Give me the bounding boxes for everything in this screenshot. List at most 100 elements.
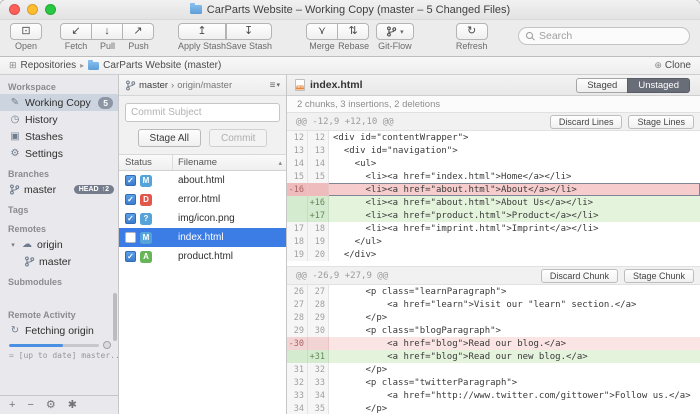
search-input[interactable]: [539, 30, 682, 42]
file-panel: master › origin/master ≡ ▾ Stage All Com…: [119, 75, 287, 414]
status-column-header[interactable]: Status: [119, 155, 173, 170]
close-window-button[interactable]: [9, 4, 20, 15]
stage-all-button[interactable]: Stage All: [138, 129, 201, 147]
diff-line[interactable]: 12 12 <div id="contentWrapper">: [287, 131, 700, 144]
diff-line[interactable]: 13 13 <div id="navigation">: [287, 144, 700, 157]
stash-icon: ▣: [9, 132, 21, 142]
commit-button[interactable]: Commit: [209, 129, 267, 147]
clone-label: Clone: [665, 60, 691, 71]
diff-line[interactable]: 29 30 <p class="blogParagraph">: [287, 324, 700, 337]
breadcrumb-repository[interactable]: CarParts Website (master): [103, 60, 221, 71]
disclosure-triangle-icon[interactable]: ▾: [9, 241, 17, 249]
file-checkbox[interactable]: [125, 194, 136, 205]
file-checkbox[interactable]: [125, 175, 136, 186]
sidebar-item-stashes[interactable]: ▣ Stashes: [0, 128, 118, 145]
new-line-number: 32: [308, 363, 329, 376]
diff-line[interactable]: 26 27 <p class="learnParagraph">: [287, 285, 700, 298]
diff-line[interactable]: 17 18 <li><a href="imprint.html">Imprint…: [287, 222, 700, 235]
titlebar: CarParts Website – Working Copy (master …: [0, 0, 700, 20]
file-name: error.html: [173, 194, 220, 205]
sidebar-item-settings[interactable]: ⚙ Settings: [0, 145, 118, 162]
zoom-window-button[interactable]: [45, 4, 56, 15]
clone-button[interactable]: ⊕ Clone: [654, 60, 691, 71]
search-field[interactable]: [518, 27, 690, 45]
remove-button[interactable]: −: [27, 400, 33, 411]
commit-area: Stage All Commit: [119, 96, 286, 155]
pull-button[interactable]: ↓ Pull: [92, 23, 123, 51]
add-button[interactable]: +: [9, 400, 15, 411]
file-row-index[interactable]: M index.html: [119, 228, 286, 247]
sidebar-item-remote-branch-master[interactable]: master: [0, 253, 118, 270]
diff-line-removed[interactable]: -30 <a href="blog">Read our blog.</a>: [287, 337, 700, 350]
code-text: <a href="http://www.twitter.com/gittower…: [329, 389, 691, 402]
old-line-number: 17: [287, 222, 308, 235]
sidebar-scrollbar[interactable]: [113, 293, 117, 341]
sidebar-item-remote-origin[interactable]: ▾ ☁ origin: [0, 236, 118, 253]
minimize-window-button[interactable]: [27, 4, 38, 15]
app-window: CarParts Website – Working Copy (master …: [0, 0, 700, 414]
diff-line[interactable]: 32 33 <p class="twitterParagraph">: [287, 376, 700, 389]
view-options-button[interactable]: ≡ ▾: [270, 80, 280, 91]
fetch-button[interactable]: ↙ Fetch: [60, 23, 92, 51]
discard-lines-button[interactable]: Discard Lines: [550, 115, 623, 129]
stage-chunk-button[interactable]: Stage Chunk: [624, 269, 694, 283]
rebase-button[interactable]: ⇅ Rebase: [338, 23, 369, 51]
remotes-section-header: Remotes: [0, 217, 118, 236]
file-checkbox[interactable]: [125, 251, 136, 262]
apply-stash-button[interactable]: ↥ Apply Stash: [178, 23, 226, 51]
activity-indicator-icon[interactable]: ✱: [68, 400, 77, 411]
stage-lines-button[interactable]: Stage Lines: [628, 115, 694, 129]
diff-line[interactable]: 19 20 </div>: [287, 248, 700, 261]
branch-separator: ›: [171, 80, 174, 91]
push-button[interactable]: ↗ Push: [123, 23, 154, 51]
sidebar-item-working-copy[interactable]: ✎ Working Copy 5: [0, 94, 118, 111]
commit-subject-input[interactable]: [125, 103, 280, 122]
code-text: <ul>: [329, 157, 376, 170]
merge-button[interactable]: ⋎ Merge: [306, 23, 338, 51]
gitflow-button[interactable]: ▾ Git-Flow: [376, 23, 414, 51]
diff-line[interactable]: 27 28 <a href="learn">Visit our "learn" …: [287, 298, 700, 311]
filename-column-label: Filename: [178, 157, 217, 168]
chunk2-range-label: @@ -26,9 +27,9 @@: [296, 271, 388, 281]
discard-chunk-button[interactable]: Discard Chunk: [541, 269, 618, 283]
file-name: product.html: [173, 251, 233, 262]
diff-line[interactable]: 33 34 <a href="http://www.twitter.com/gi…: [287, 389, 700, 402]
stop-fetch-button[interactable]: [103, 341, 111, 349]
diff-line[interactable]: 28 29 </p>: [287, 311, 700, 324]
sidebar-item-history[interactable]: ◷ History: [0, 111, 118, 128]
unstaged-tab[interactable]: Unstaged: [627, 78, 690, 93]
file-checkbox[interactable]: [125, 213, 136, 224]
diff-line[interactable]: 18 19 </ul>: [287, 235, 700, 248]
remote-activity-section: Remote Activity ↻ Fetching origin = [up …: [0, 303, 118, 360]
breadcrumb-repositories[interactable]: Repositories: [21, 60, 77, 71]
diff-line[interactable]: 14 14 <ul>: [287, 157, 700, 170]
gitflow-group: ▾ Git-Flow: [376, 23, 414, 51]
breadcrumb-separator-icon: ▸: [80, 61, 84, 70]
staged-tab[interactable]: Staged: [576, 78, 628, 93]
save-stash-button[interactable]: ↧ Save Stash: [226, 23, 272, 51]
diff-summary: 2 chunks, 3 insertions, 2 deletions: [287, 96, 700, 112]
diff-line-added[interactable]: +17 <li><a href="product.html">Product</…: [287, 209, 700, 222]
diff-line[interactable]: 34 35 </p>: [287, 402, 700, 414]
old-line-number: 12: [287, 131, 308, 144]
diff-line-removed-selected[interactable]: -16 <li><a href="about.html">About</a></…: [287, 183, 700, 196]
settings-label: Settings: [25, 148, 63, 160]
diff-line[interactable]: 15 15 <li><a href="index.html">Home</a><…: [287, 170, 700, 183]
file-checkbox[interactable]: [125, 232, 136, 243]
sidebar-item-branch-master[interactable]: master HEAD ↑2: [0, 181, 118, 198]
filename-column-header[interactable]: Filename ▴: [173, 155, 286, 170]
refresh-button[interactable]: ↻ Refresh: [456, 23, 488, 51]
file-row-product[interactable]: A product.html: [119, 247, 286, 266]
diff-line-added[interactable]: +31 <a href="blog">Read our new blog.</a…: [287, 350, 700, 363]
file-row-about[interactable]: M about.html: [119, 171, 286, 190]
action-gear-button[interactable]: ⚙: [46, 400, 56, 411]
clone-icon: ⊕: [654, 60, 662, 71]
chevron-down-icon: ▾: [276, 81, 280, 89]
diff-line[interactable]: 31 32 </p>: [287, 363, 700, 376]
code-text: <a href="blog">Read our blog.</a>: [329, 337, 566, 350]
file-row-error[interactable]: D error.html: [119, 190, 286, 209]
open-button[interactable]: ⊡ Open: [10, 23, 42, 51]
diff-line-added[interactable]: +16 <li><a href="about.html">About Us</a…: [287, 196, 700, 209]
file-row-icon-png[interactable]: ? img/icon.png: [119, 209, 286, 228]
pencil-icon: ✎: [9, 98, 21, 108]
